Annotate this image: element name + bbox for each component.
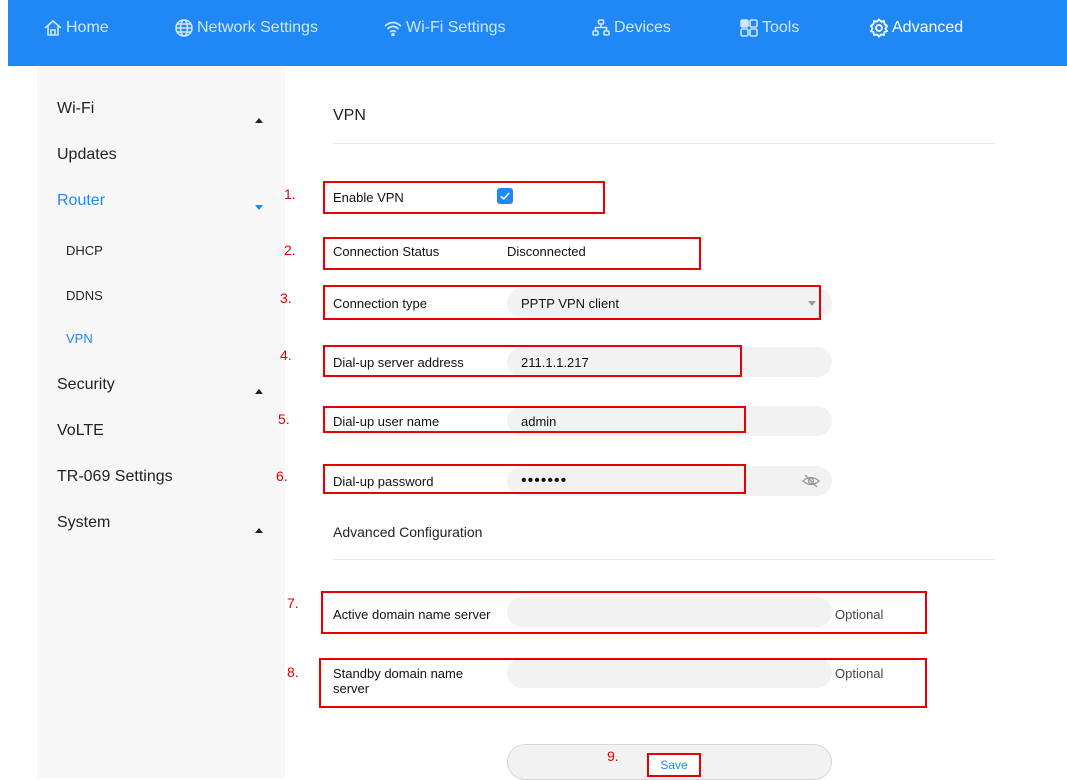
wifi-icon (384, 21, 402, 37)
step-number: 8. (287, 664, 299, 680)
step-number: 5. (278, 411, 290, 427)
user-name-value: admin (521, 413, 557, 429)
nav-network-settings-label: Network Settings (197, 19, 318, 36)
connection-type-value: PPTP VPN client (521, 295, 620, 311)
tools-grid-icon (740, 19, 758, 37)
server-address-input[interactable]: 211.1.1.217 (507, 347, 832, 377)
divider (333, 559, 995, 560)
checkmark-icon (500, 192, 510, 201)
sidebar-item-label: Updates (57, 146, 117, 163)
password-label: Dial-up password (333, 474, 434, 489)
advanced-configuration-title: Advanced Configuration (333, 524, 483, 540)
nav-wifi-settings-label: Wi-Fi Settings (406, 19, 506, 36)
standby-dns-hint: Optional (835, 666, 884, 681)
sidebar-item-label: Security (57, 376, 115, 393)
gear-icon (869, 18, 889, 38)
server-address-value: 211.1.1.217 (521, 354, 589, 370)
main-content: VPN Enable VPN Connection Status Disconn… (285, 66, 1067, 780)
sidebar-item-security[interactable]: Security (57, 376, 115, 394)
nav-home[interactable]: Home (43, 16, 109, 40)
caret-up-icon[interactable] (254, 112, 264, 123)
sidebar-item-label: DDNS (66, 288, 103, 303)
caret-down-icon[interactable] (254, 199, 264, 210)
sidebar-item-label: DHCP (66, 243, 103, 258)
nav-home-label: Home (66, 19, 109, 36)
nav-tools[interactable]: Tools (739, 16, 799, 40)
password-input[interactable]: ••••••• (507, 466, 832, 496)
enable-vpn-checkbox[interactable] (497, 188, 513, 204)
connection-type-label: Connection type (333, 296, 427, 311)
sidebar-item-system[interactable]: System (57, 514, 110, 532)
sidebar-item-label: Wi-Fi (57, 100, 95, 117)
home-icon (44, 19, 62, 36)
nav-network-settings[interactable]: Network Settings (174, 16, 318, 40)
step-number: 7. (287, 595, 299, 611)
active-dns-label: Active domain name server (333, 607, 491, 622)
sidebar-item-dhcp[interactable]: DHCP (66, 243, 103, 258)
enable-vpn-label: Enable VPN (333, 190, 404, 205)
sidebar-item-updates[interactable]: Updates (57, 146, 117, 164)
sidebar-item-ddns[interactable]: DDNS (66, 288, 103, 303)
active-dns-input[interactable] (507, 597, 832, 627)
sidebar-item-volte[interactable]: VoLTE (57, 422, 104, 440)
step-number: 4. (280, 347, 292, 363)
connection-status-label: Connection Status (333, 244, 440, 259)
sidebar-item-label: VPN (66, 331, 93, 346)
sidebar-item-wifi[interactable]: Wi-Fi (57, 100, 94, 118)
step-number: 1. (284, 186, 296, 202)
divider (333, 143, 995, 144)
caret-up-icon[interactable] (254, 522, 264, 533)
devices-icon (592, 19, 610, 36)
caret-up-icon[interactable] (254, 383, 264, 394)
sidebar-item-label: VoLTE (57, 422, 104, 439)
top-navigation-bar: Home Network Settings Wi-Fi Settings Dev… (0, 0, 1067, 66)
sidebar: Wi-Fi Updates Router DHCP DDNS VPN Secur… (37, 66, 285, 778)
save-button[interactable]: Save (647, 753, 701, 777)
step-number: 3. (280, 290, 292, 306)
sidebar-item-tr069[interactable]: TR-069 Settings (57, 468, 173, 486)
standby-dns-label: Standby domain name server (333, 666, 464, 696)
globe-icon (175, 19, 193, 37)
sidebar-item-router[interactable]: Router (57, 192, 105, 210)
nav-devices[interactable]: Devices (591, 16, 671, 40)
nav-wifi-settings[interactable]: Wi-Fi Settings (383, 16, 506, 40)
step-number: 9. (607, 748, 619, 764)
sidebar-item-label: TR-069 Settings (57, 468, 173, 485)
user-name-label: Dial-up user name (333, 414, 440, 429)
user-name-input[interactable]: admin (507, 406, 832, 436)
page-title: VPN (333, 107, 366, 124)
connection-status-value: Disconnected (507, 244, 586, 259)
sidebar-item-label: System (57, 514, 111, 531)
password-value: ••••••• (521, 472, 568, 489)
step-number: 2. (284, 242, 296, 258)
sidebar-item-vpn[interactable]: VPN (66, 331, 93, 346)
nav-tools-label: Tools (762, 19, 800, 36)
step-number: 6. (276, 468, 288, 484)
nav-devices-label: Devices (614, 19, 671, 36)
connection-type-select[interactable]: PPTP VPN client (507, 288, 832, 318)
active-dns-hint: Optional (835, 607, 884, 622)
standby-dns-input[interactable] (507, 658, 832, 688)
eye-off-icon[interactable] (802, 473, 820, 489)
sidebar-item-label: Router (57, 192, 106, 209)
dropdown-arrow-icon (808, 301, 816, 306)
nav-advanced-label: Advanced (892, 19, 964, 36)
server-address-label: Dial-up server address (333, 355, 464, 370)
nav-advanced[interactable]: Advanced (869, 16, 963, 40)
